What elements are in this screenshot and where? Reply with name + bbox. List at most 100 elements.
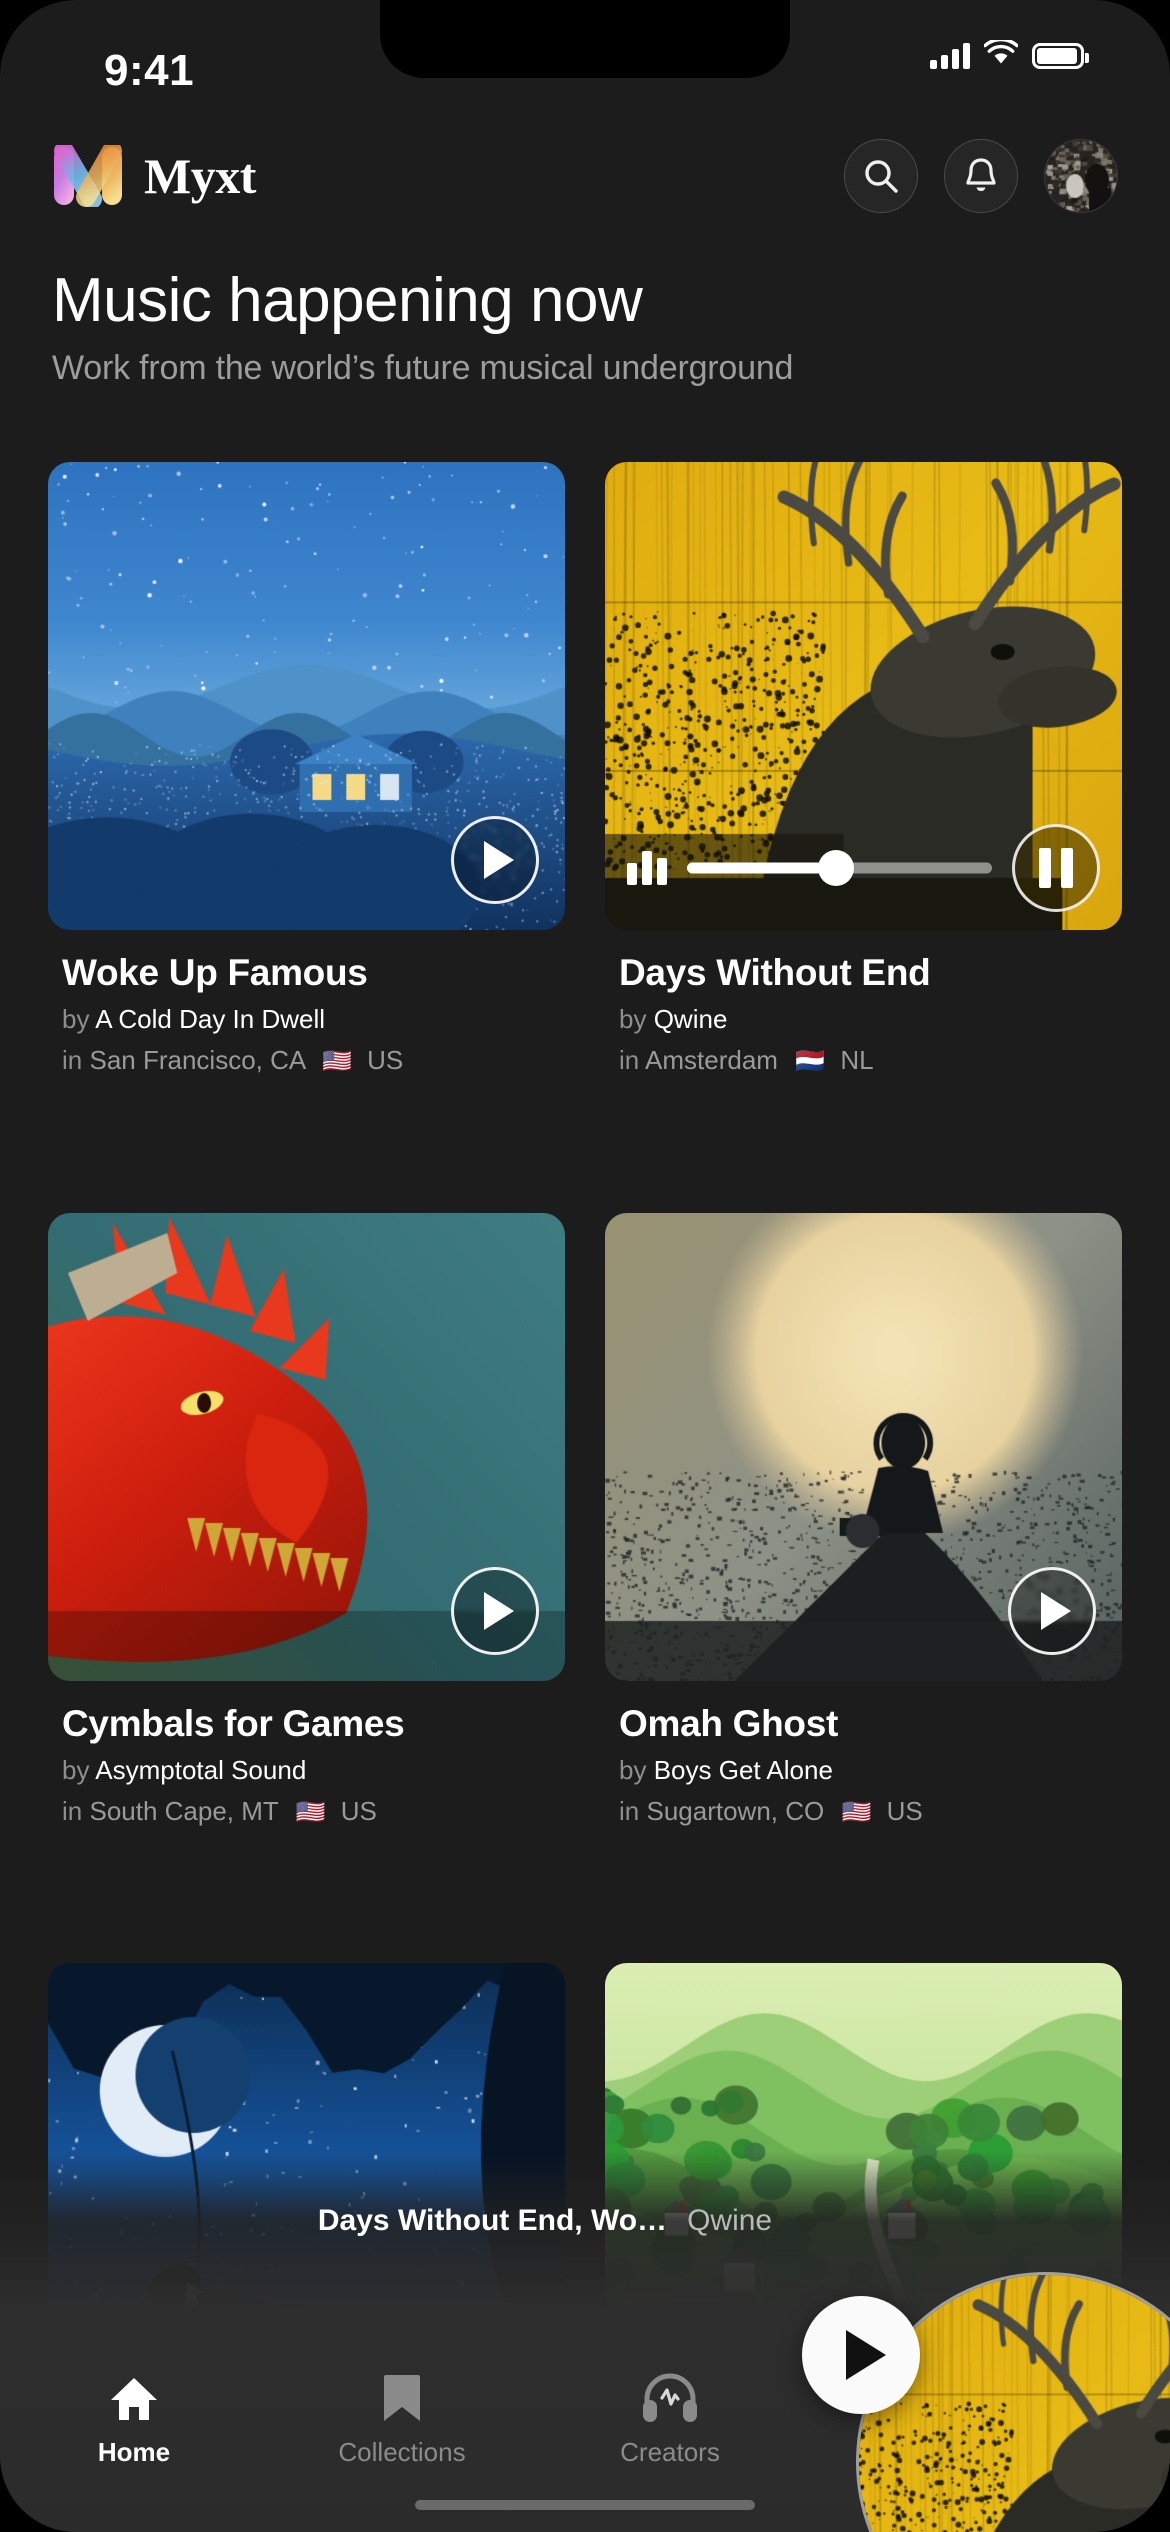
device-notch <box>380 0 790 78</box>
track-title: Omah Ghost <box>619 1702 839 1744</box>
track-title: Woke Up Famous <box>62 952 368 993</box>
brand-name: Myxt <box>144 148 256 204</box>
nav-item-home[interactable]: Home <box>0 2375 268 2468</box>
in-label: in <box>62 1795 83 1826</box>
track-card[interactable]: Woke Up Famous by A Cold Day In Dwell in… <box>48 462 565 1177</box>
country-code: US <box>886 1795 923 1826</box>
page-title: Music happening now <box>52 266 643 335</box>
track-title: Cymbals for Games <box>62 1702 405 1744</box>
track-artwork[interactable] <box>605 462 1122 930</box>
track-location: San Francisco, CA <box>89 1045 305 1075</box>
track-artwork[interactable] <box>48 1212 565 1681</box>
seek-slider[interactable] <box>687 850 992 886</box>
in-label: in <box>619 1795 640 1826</box>
home-indicator <box>415 2500 755 2510</box>
nav-label-creators: Creators <box>620 2437 720 2467</box>
track-artist: Boys Get Alone <box>653 1754 833 1785</box>
play-icon <box>846 2330 886 2380</box>
track-artist: Qwine <box>653 1004 728 1034</box>
bottom-bar: Days Without End, Wo… Qwine Home Collect… <box>0 2152 1170 2532</box>
by-label: by <box>62 1004 90 1034</box>
track-location-line: in Amsterdam 🇳🇱 NL <box>619 1045 1122 1076</box>
app-screen: 9:41 Myxt Music happening now Work from … <box>0 0 1170 2532</box>
track-artwork[interactable] <box>605 1212 1122 1681</box>
track-location-line: in South Cape, MT 🇺🇸 US <box>62 1796 565 1827</box>
cellular-signal-icon <box>930 42 970 69</box>
now-playing-strip[interactable]: Days Without End, Wo… Qwine <box>0 2204 1170 2238</box>
track-location: Amsterdam <box>645 1045 778 1075</box>
play-button[interactable] <box>1008 1566 1096 1655</box>
track-artist-line: by Boys Get Alone <box>619 1755 1122 1786</box>
play-icon <box>483 841 514 879</box>
status-bar: 9:41 <box>0 0 1170 112</box>
country-code: US <box>340 1795 377 1826</box>
nav-item-collections[interactable]: Collections <box>268 2373 536 2468</box>
status-indicators <box>930 37 1089 71</box>
track-location-line: in Sugartown, CO 🇺🇸 US <box>619 1796 1122 1827</box>
seek-handle[interactable] <box>818 850 855 886</box>
app-header: Myxt <box>0 128 1170 224</box>
by-label: by <box>619 1004 647 1034</box>
track-card[interactable]: Cymbals for Games by Asymptotal Sound in… <box>48 1212 565 1928</box>
country-code: NL <box>840 1045 874 1075</box>
track-location: Sugartown, CO <box>646 1795 825 1826</box>
track-meta: Days Without End by Qwine in Amsterdam 🇳… <box>605 930 1122 1076</box>
now-playing-artist: Qwine <box>687 2204 773 2237</box>
play-icon <box>1040 1591 1071 1630</box>
track-location-line: in San Francisco, CA 🇺🇸 US <box>62 1045 565 1076</box>
pause-button[interactable] <box>1012 824 1100 912</box>
track-artist-line: by A Cold Day In Dwell <box>62 1004 565 1035</box>
country-code: US <box>367 1045 404 1075</box>
track-title: Days Without End <box>619 952 931 993</box>
pause-icon <box>1039 848 1051 888</box>
track-artist-line: by Qwine <box>619 1004 1122 1035</box>
brand-logo[interactable]: Myxt <box>52 145 256 207</box>
country-flag-icon: 🇺🇸 <box>841 1798 872 1826</box>
track-card[interactable]: Omah Ghost by Boys Get Alone in Sugartow… <box>605 1212 1122 1928</box>
track-location: South Cape, MT <box>89 1795 279 1826</box>
track-artist-line: by Asymptotal Sound <box>62 1755 565 1786</box>
country-flag-icon: 🇺🇸 <box>322 1048 352 1075</box>
track-artist: A Cold Day In Dwell <box>95 1004 326 1034</box>
in-label: in <box>62 1045 83 1075</box>
nav-label-collections: Collections <box>338 2437 466 2467</box>
track-meta: Cymbals for Games by Asymptotal Sound in… <box>48 1681 565 1827</box>
in-label: in <box>619 1045 640 1075</box>
nav-label-home: Home <box>97 2437 171 2467</box>
page-heading: Music happening now Work from the world’… <box>52 268 1130 388</box>
status-time: 9:41 <box>104 46 195 95</box>
track-meta: Woke Up Famous by A Cold Day In Dwell in… <box>48 930 565 1076</box>
home-icon <box>111 2378 157 2420</box>
country-flag-icon: 🇳🇱 <box>795 1048 826 1075</box>
page-subtitle: Work from the world’s future musical und… <box>52 349 794 388</box>
now-playing-title: Days Without End, Wo… <box>317 2204 668 2237</box>
by-label: by <box>619 1754 647 1785</box>
search-button[interactable] <box>844 139 918 213</box>
play-button[interactable] <box>451 816 539 904</box>
by-label: by <box>62 1754 90 1785</box>
seek-progress <box>687 862 837 874</box>
track-card[interactable]: Days Without End by Qwine in Amsterdam 🇳… <box>605 462 1122 1177</box>
nav-item-creators[interactable]: Creators <box>536 2373 804 2468</box>
now-playing-play-button[interactable] <box>802 2296 920 2414</box>
country-flag-icon: 🇺🇸 <box>295 1798 326 1826</box>
track-artwork[interactable] <box>48 462 565 930</box>
equalizer-icon[interactable] <box>627 851 667 885</box>
bell-icon <box>966 158 996 192</box>
battery-icon <box>1032 42 1089 69</box>
headphones-icon <box>643 2373 697 2422</box>
notifications-button[interactable] <box>944 139 1018 213</box>
inline-player-controls <box>605 824 1122 912</box>
phone-frame: 9:41 Myxt Music happening now Work from … <box>0 0 1170 2532</box>
avatar-image <box>1045 140 1117 212</box>
wifi-icon <box>983 37 1019 71</box>
bookmark-icon <box>384 2375 420 2421</box>
header-actions <box>844 139 1118 213</box>
track-meta: Omah Ghost by Boys Get Alone in Sugartow… <box>605 1681 1122 1827</box>
track-artist: Asymptotal Sound <box>95 1754 307 1785</box>
bottom-navigation: Home Collections Creators <box>0 2373 1170 2468</box>
avatar[interactable] <box>1044 139 1118 213</box>
play-icon <box>483 1591 514 1630</box>
play-button[interactable] <box>451 1566 539 1655</box>
myxt-m-logo-icon <box>54 145 122 207</box>
